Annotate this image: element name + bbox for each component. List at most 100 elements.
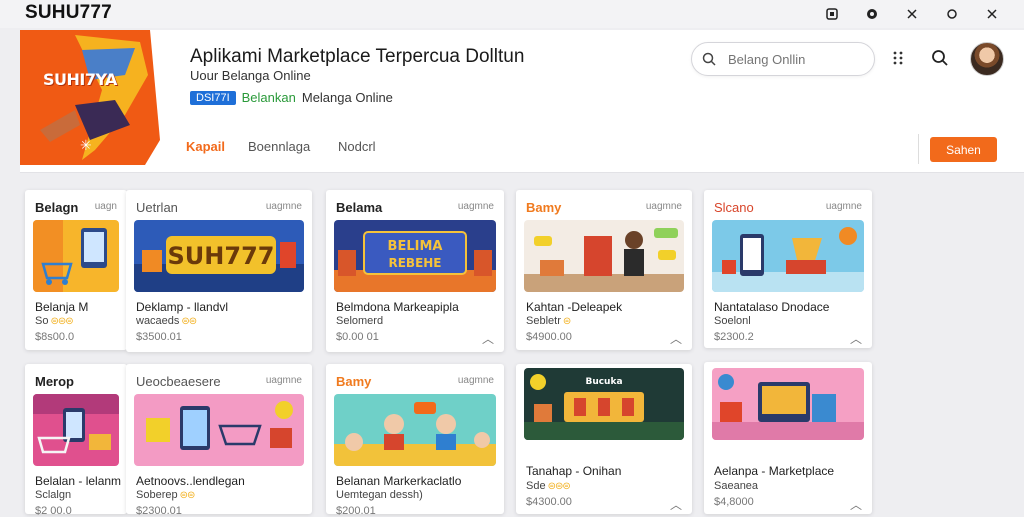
card-tag: uagmne xyxy=(265,201,302,212)
card-tag: uagmne xyxy=(825,201,862,212)
card-subtitle: Soelonl xyxy=(714,315,751,327)
chevron-up-icon[interactable]: ︿ xyxy=(482,330,494,347)
brand-banner[interactable]: ✳ SUHI7YA xyxy=(20,30,170,170)
card-price: $4,8000 xyxy=(714,496,754,508)
chevron-up-icon[interactable]: ︿ xyxy=(670,496,682,513)
avatar[interactable] xyxy=(970,42,1004,76)
card-tag: uagmne xyxy=(645,201,682,212)
window-titlebar: SUHU777 xyxy=(0,0,1024,28)
card-subtitle: Uemtegan dessh) xyxy=(336,489,423,501)
app-header: ✳ SUHI7YA Aplikami Marketplace Terpercua… xyxy=(20,30,1024,173)
settings-icon[interactable] xyxy=(852,4,892,24)
card-title: Belanan Markerkaclatlo xyxy=(336,474,462,488)
card-image xyxy=(334,394,496,466)
restore-icon[interactable] xyxy=(932,4,972,24)
card-title: Belanja M xyxy=(35,300,89,314)
tab-kapail[interactable]: Kapail xyxy=(186,139,225,154)
tab-nodcrl[interactable]: Nodcrl xyxy=(338,139,376,154)
card-title: Nantatalaso Dnodace xyxy=(714,300,830,314)
header-search-icon[interactable] xyxy=(928,46,952,70)
rating-stars: ⊜⊜ xyxy=(179,490,196,501)
card-image xyxy=(524,220,684,292)
page-subtitle: Uour Belanga Online xyxy=(190,68,311,83)
tagline-highlight: Belankan xyxy=(241,90,296,105)
svg-text:✳: ✳ xyxy=(80,138,92,154)
product-card-3[interactable]: Belama uagmne BELIMA REBEHE Belmdona Mark… xyxy=(326,190,504,352)
search-box[interactable] xyxy=(691,42,875,76)
card-category: Uetrlan xyxy=(136,200,178,215)
search-icon xyxy=(692,52,726,66)
product-card-9[interactable]: Bucuka Tanahap - Onihan Sde ⊜⊜⊜ $4300.00 … xyxy=(516,364,692,514)
screen-icon[interactable] xyxy=(812,4,852,24)
card-price: $8s00.0 xyxy=(35,331,75,343)
card-title: Kahtan -Deleapek xyxy=(526,300,623,314)
svg-text:Bucuka: Bucuka xyxy=(585,377,622,387)
card-tag: uagmne xyxy=(457,201,494,212)
minimize-icon[interactable] xyxy=(892,4,932,24)
card-price: $2300.01 xyxy=(136,505,182,517)
card-tag: uagn xyxy=(94,201,117,212)
more-icon[interactable] xyxy=(886,46,910,70)
card-category: Belama xyxy=(336,200,383,215)
card-title: Aelanpa - Marketplace xyxy=(714,464,835,478)
card-image xyxy=(33,220,119,292)
search-input[interactable] xyxy=(726,50,860,68)
card-price: $2 00.0 xyxy=(35,505,72,517)
sahen-button[interactable]: Sahen xyxy=(930,137,997,162)
card-image xyxy=(712,368,864,440)
chevron-up-icon[interactable]: ︿ xyxy=(670,330,682,347)
tagline-text: Melanga Online xyxy=(301,90,393,105)
card-category: Bamy xyxy=(336,374,372,389)
card-title: Tanahap - Onihan xyxy=(526,464,622,478)
chevron-up-icon[interactable]: ︿ xyxy=(850,330,862,347)
card-category: Slcano xyxy=(714,200,754,215)
product-card-7[interactable]: Ueocbeaesere uagmne Aetnoovs..lendlegan … xyxy=(126,364,312,517)
svg-text:BELIMA: BELIMA xyxy=(388,239,443,254)
nav-bar: Kapail Boennlaga Nodcrl Sahen xyxy=(170,122,1024,172)
card-price: $2300.2 xyxy=(714,331,754,343)
card-price: $0.00 01 xyxy=(336,331,379,343)
card-category: Belagn xyxy=(35,200,79,215)
card-price: $4300.00 xyxy=(526,496,572,508)
card-image xyxy=(134,394,304,466)
card-image: BELIMA REBEHE xyxy=(334,220,496,292)
card-subtitle: Sde ⊜⊜⊜ xyxy=(526,480,571,492)
card-price: $4900.00 xyxy=(526,331,572,343)
card-price: $200.01 xyxy=(336,505,376,517)
product-card-1[interactable]: Belagn uagn Belanja M So ⊜⊜⊜ $8s00.0 xyxy=(25,190,127,350)
card-subtitle: Selomerd xyxy=(336,315,384,327)
product-card-8[interactable]: Bamy uagmne Belanan Markerkaclatlo Uemte… xyxy=(326,364,504,517)
product-card-2[interactable]: Uetrlan uagmne SUH777 Deklamp - llandvl … xyxy=(126,190,312,352)
card-title: Belalan - lelanm xyxy=(35,474,122,488)
tagline-badge: DSI77I xyxy=(190,90,236,105)
tagline: DSI77I Belankan Melanga Online xyxy=(190,90,393,105)
rating-stars: ⊜ xyxy=(562,316,571,327)
brand-banner-art: ✳ xyxy=(20,30,170,170)
card-subtitle: Sclalgn xyxy=(35,489,72,501)
card-subtitle: So ⊜⊜⊜ xyxy=(35,315,74,327)
tab-boennlaga[interactable]: Boennlaga xyxy=(248,139,310,154)
card-image: Bucuka xyxy=(524,368,684,440)
card-category: Merop xyxy=(35,374,74,389)
card-subtitle: Sebletr ⊜ xyxy=(526,315,571,327)
rating-stars: ⊜⊜⊜ xyxy=(547,481,571,492)
card-subtitle: wacaeds ⊜⊜ xyxy=(136,315,197,327)
card-subtitle: Soberep ⊜⊜ xyxy=(136,489,196,501)
svg-text:SUH777: SUH777 xyxy=(168,242,275,270)
card-image xyxy=(33,394,119,466)
card-image xyxy=(712,220,864,292)
card-price: $3500.01 xyxy=(136,331,182,343)
close-icon[interactable] xyxy=(972,4,1012,24)
page-title: Aplikami Marketplace Terpercua Dolltun xyxy=(190,46,525,67)
banner-logo-text: SUHI7YA xyxy=(43,70,117,89)
rating-stars: ⊜⊜⊜ xyxy=(50,316,73,327)
product-card-10[interactable]: Aelanpa - Marketplace Saeanea $4,8000 ︿ xyxy=(704,362,872,514)
card-tag: uagmne xyxy=(265,375,302,386)
product-card-4[interactable]: Bamy uagmne Kahtan -Deleapek Sebletr ⊜ $4… xyxy=(516,190,692,350)
card-category: Bamy xyxy=(526,200,562,215)
chevron-up-icon[interactable]: ︿ xyxy=(850,496,862,513)
product-card-5[interactable]: Slcano uagmne Nantatalaso Dnodace Soelon… xyxy=(704,190,872,348)
card-subtitle: Saeanea xyxy=(714,480,759,492)
card-category: Ueocbeaesere xyxy=(136,374,221,389)
product-card-6[interactable]: Merop Belalan - lelanm Sclalgn $2 00.0 xyxy=(25,364,127,517)
